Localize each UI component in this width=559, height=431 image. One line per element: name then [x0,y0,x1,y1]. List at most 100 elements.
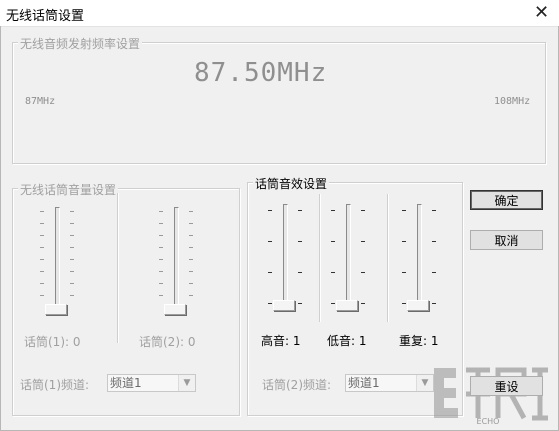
reset-button[interactable]: 重设 [470,376,543,396]
chevron-down-icon[interactable]: ▼ [178,375,195,391]
tick [189,271,193,272]
tick [40,283,44,284]
tick [70,259,74,260]
tick [298,241,302,242]
repeat-label: 重复: 1 [399,334,439,348]
tick [298,272,302,273]
tick [70,235,74,236]
slider-track [283,204,288,312]
bass-label: 低音: 1 [327,334,367,348]
tick [268,241,272,242]
tick [189,283,193,284]
tick [432,272,436,273]
tick [298,210,302,211]
tick [432,303,436,304]
mic1-channel-select[interactable]: 频道1 ▼ [107,374,196,392]
tick [70,271,74,272]
effects-legend: 话筒音效设置 [253,175,330,192]
tick [331,210,335,211]
frequency-legend: 无线音频发射频率设置 [18,35,143,52]
tick [159,259,163,260]
slider-thumb[interactable] [336,300,358,311]
mic1-channel-label: 话筒(1)频道: [20,378,90,392]
tick [159,211,163,212]
tick [268,210,272,211]
mic1-volume-label: 话筒(1): 0 [24,335,81,349]
watermark-text: ECHO [477,417,500,426]
tick [402,241,406,242]
mic1-channel-value: 频道1 [110,376,142,390]
slider-thumb[interactable] [45,304,67,315]
tick [361,272,365,273]
window-title: 无线话筒设置 [6,9,85,24]
title-bar: 无线话筒设置 ✕ [0,0,559,27]
tick [70,211,74,212]
slider-track [174,207,179,313]
mic1-volume-slider[interactable] [38,205,78,315]
tick [159,283,163,284]
tick [298,303,302,304]
slider-track [417,204,422,312]
tick [159,295,163,296]
mic-volume-separator [117,193,119,343]
tick [40,247,44,248]
slider-thumb[interactable] [407,300,429,311]
mic2-volume-slider[interactable] [157,205,197,315]
tick [159,235,163,236]
tick [189,295,193,296]
effects-separator-1 [319,194,321,322]
tick [361,241,365,242]
tick [159,223,163,224]
mic2-volume-label: 话筒(2): 0 [139,335,196,349]
tick [40,223,44,224]
tick [361,210,365,211]
close-icon: ✕ [533,2,550,23]
frequency-max-label: 108MHz [494,96,531,107]
tick [331,272,335,273]
mic-volume-legend: 无线话筒音量设置 [18,181,119,198]
mic2-channel-select[interactable]: 频道1 ▼ [345,374,434,392]
tick [40,211,44,212]
ok-button[interactable]: 确定 [470,190,543,210]
tick [268,303,272,304]
tick [402,272,406,273]
tick [40,271,44,272]
tick [40,295,44,296]
frequency-value: 87.50MHz [194,58,328,88]
tick [189,223,193,224]
tick [361,303,365,304]
tick [40,259,44,260]
tick [159,271,163,272]
tick [189,259,193,260]
tick [432,210,436,211]
tick [70,295,74,296]
tick [189,235,193,236]
tick [402,210,406,211]
slider-thumb[interactable] [164,304,186,315]
cancel-button[interactable]: 取消 [470,230,543,250]
tick [268,272,272,273]
tick [70,247,74,248]
slider-track [55,207,60,313]
tick [189,211,193,212]
close-button[interactable]: ✕ [524,0,559,26]
tick [189,247,193,248]
tick [159,247,163,248]
mic2-channel-value: 频道1 [348,376,380,390]
effects-separator-2 [387,194,389,322]
treble-slider[interactable] [266,202,306,314]
frequency-min-label: 87MHz [25,96,56,107]
repeat-slider[interactable] [400,202,440,314]
treble-label: 高音: 1 [261,334,301,348]
tick [70,223,74,224]
tick [331,241,335,242]
tick [40,235,44,236]
mic2-channel-label: 话筒(2)频道: [262,378,332,392]
tick [402,303,406,304]
tick [331,303,335,304]
bass-slider[interactable] [329,202,369,314]
tick [432,241,436,242]
slider-thumb[interactable] [273,300,295,311]
tick [70,283,74,284]
slider-track [346,204,351,312]
